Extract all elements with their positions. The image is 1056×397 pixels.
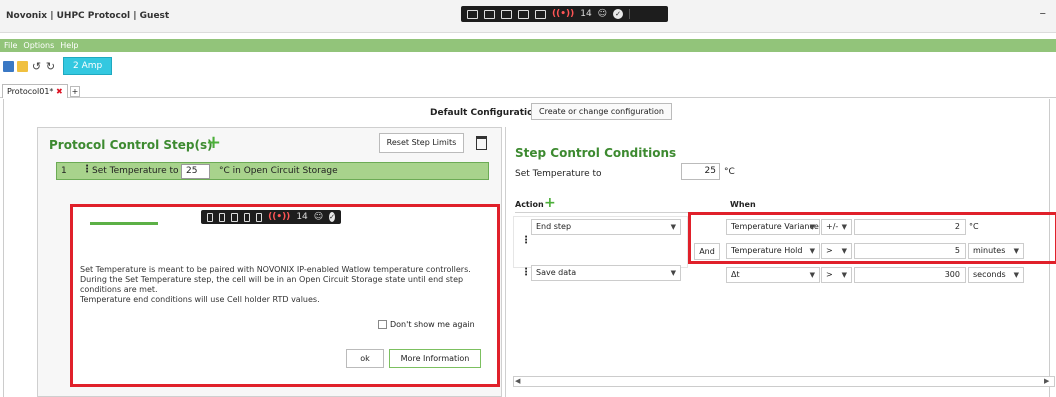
dialog-message: Set Temperature is meant to be paired wi… xyxy=(80,265,490,305)
set-temperature-label: Set Temperature to xyxy=(515,169,602,179)
create-configuration-button[interactable]: Create or change configuration xyxy=(531,103,672,120)
condition-select-value: Δt xyxy=(731,270,740,279)
toolbar: ↺ ↻ 2 Amp xyxy=(0,55,113,77)
action-select-value: Save data xyxy=(536,268,577,277)
highlight-box xyxy=(688,212,1056,264)
add-tab-button[interactable]: + xyxy=(70,86,80,97)
condition-value-input[interactable]: 300 xyxy=(854,267,966,283)
action-select[interactable]: End step ▼ xyxy=(531,219,681,235)
window-title: Novonix | UHPC Protocol | Guest xyxy=(6,11,170,21)
screen-capture-icon[interactable] xyxy=(467,9,478,19)
accessibility-icon[interactable]: ☺ xyxy=(314,212,323,222)
step-label: Set Temperature to xyxy=(92,166,179,176)
reset-step-limits-button[interactable]: Reset Step Limits xyxy=(379,133,464,153)
drag-handle-icon[interactable]: ⋮ xyxy=(82,164,92,175)
action-header: Action xyxy=(515,200,544,209)
camera-icon[interactable] xyxy=(484,9,495,19)
comment-icon[interactable] xyxy=(231,212,238,222)
unit-select[interactable]: seconds ▼ xyxy=(968,267,1024,283)
action-select[interactable]: Save data ▼ xyxy=(531,265,681,281)
add-action-icon[interactable]: + xyxy=(544,195,556,211)
screen-capture-icon[interactable] xyxy=(207,212,214,222)
drag-handle-icon[interactable]: ⋮ xyxy=(521,235,531,246)
dont-show-checkbox[interactable] xyxy=(378,320,387,329)
condition-select[interactable]: Δt ▼ xyxy=(726,267,820,283)
set-temperature-input[interactable]: 25 xyxy=(681,163,720,180)
undo-icon[interactable]: ↺ xyxy=(31,61,42,72)
accessibility-icon[interactable]: ☺ xyxy=(598,9,607,19)
camera-icon[interactable] xyxy=(219,212,226,222)
refresh-icon[interactable]: ↻ xyxy=(45,61,56,72)
more-information-button[interactable]: More Information xyxy=(389,349,481,368)
record-count: 14 xyxy=(296,212,308,222)
minimize-button[interactable]: – xyxy=(1040,6,1047,21)
save-icon[interactable] xyxy=(3,60,14,72)
dialog-message-line: During the Set Temperature step, the cel… xyxy=(80,275,464,284)
tab-label: Protocol01* xyxy=(7,87,54,96)
screen-icon[interactable] xyxy=(255,212,263,222)
dont-show-label: Don't show me again xyxy=(390,320,475,329)
default-configuration-label: Default Configuration xyxy=(430,108,540,118)
chevron-down-icon: ▼ xyxy=(841,271,847,279)
menu-bar: File Options Help xyxy=(0,39,1056,52)
screen-icon[interactable] xyxy=(535,9,546,19)
dialog-message-line: conditions are met. xyxy=(80,285,158,294)
tab-protocol01[interactable]: Protocol01* ✖ xyxy=(2,84,68,98)
amp-button[interactable]: 2 Amp xyxy=(63,57,113,75)
tab-strip: Protocol01* ✖ + xyxy=(0,84,1056,98)
open-folder-icon[interactable] xyxy=(17,60,28,72)
unit-select-value: seconds xyxy=(973,270,1006,279)
dialog-message-line: Set Temperature is meant to be paired wi… xyxy=(80,265,471,274)
window-icon[interactable] xyxy=(243,212,250,222)
recorder-toolbar: ((•)) 14 ☺ ✓ xyxy=(461,6,668,22)
protocol-steps-title: Protocol Control Step(s) xyxy=(49,138,213,152)
operator-select-value: > xyxy=(826,270,833,279)
check-icon[interactable]: ✓ xyxy=(613,9,624,19)
dont-show-again[interactable]: Don't show me again xyxy=(378,320,475,329)
step-number: 1 xyxy=(61,166,67,176)
record-count: 14 xyxy=(580,9,592,19)
dialog-accent-bar xyxy=(90,222,158,225)
step-suffix: °C in Open Circuit Storage xyxy=(219,166,338,176)
record-icon[interactable]: ((•)) xyxy=(268,212,290,222)
chevron-down-icon: ▼ xyxy=(1013,271,1019,279)
chevron-down-icon: ▼ xyxy=(670,223,676,231)
close-tab-icon[interactable]: ✖ xyxy=(56,87,63,96)
step-control-title: Step Control Conditions xyxy=(515,146,677,160)
menu-file[interactable]: File xyxy=(4,41,17,50)
horizontal-scrollbar[interactable] xyxy=(513,376,1055,387)
menu-options[interactable]: Options xyxy=(23,41,54,50)
drag-handle-icon[interactable]: ⋮ xyxy=(521,267,531,278)
set-temperature-unit: °C xyxy=(724,167,735,177)
scroll-right-icon[interactable]: ▶ xyxy=(1044,377,1049,385)
comment-icon[interactable] xyxy=(501,9,512,19)
operator-select[interactable]: > ▼ xyxy=(821,267,852,283)
chevron-down-icon: ▼ xyxy=(670,269,676,277)
record-icon[interactable]: ((•)) xyxy=(552,9,574,19)
add-step-icon[interactable]: + xyxy=(206,132,221,153)
scroll-left-icon[interactable]: ◀ xyxy=(515,377,520,385)
action-select-value: End step xyxy=(536,222,572,231)
when-header: When xyxy=(730,200,756,209)
dialog-recorder-toolbar: ((•)) 14 ☺ ✓ xyxy=(201,210,341,224)
dialog-message-line: Temperature end conditions will use Cell… xyxy=(80,295,320,304)
step-temperature-input[interactable]: 25 xyxy=(181,164,210,179)
trash-icon[interactable] xyxy=(476,136,487,150)
menu-help[interactable]: Help xyxy=(60,41,78,50)
check-icon[interactable]: ✓ xyxy=(329,212,336,222)
ok-button[interactable]: ok xyxy=(346,349,384,368)
toolbar-separator xyxy=(629,9,631,19)
window-icon[interactable] xyxy=(518,9,529,19)
chevron-down-icon: ▼ xyxy=(809,271,815,279)
